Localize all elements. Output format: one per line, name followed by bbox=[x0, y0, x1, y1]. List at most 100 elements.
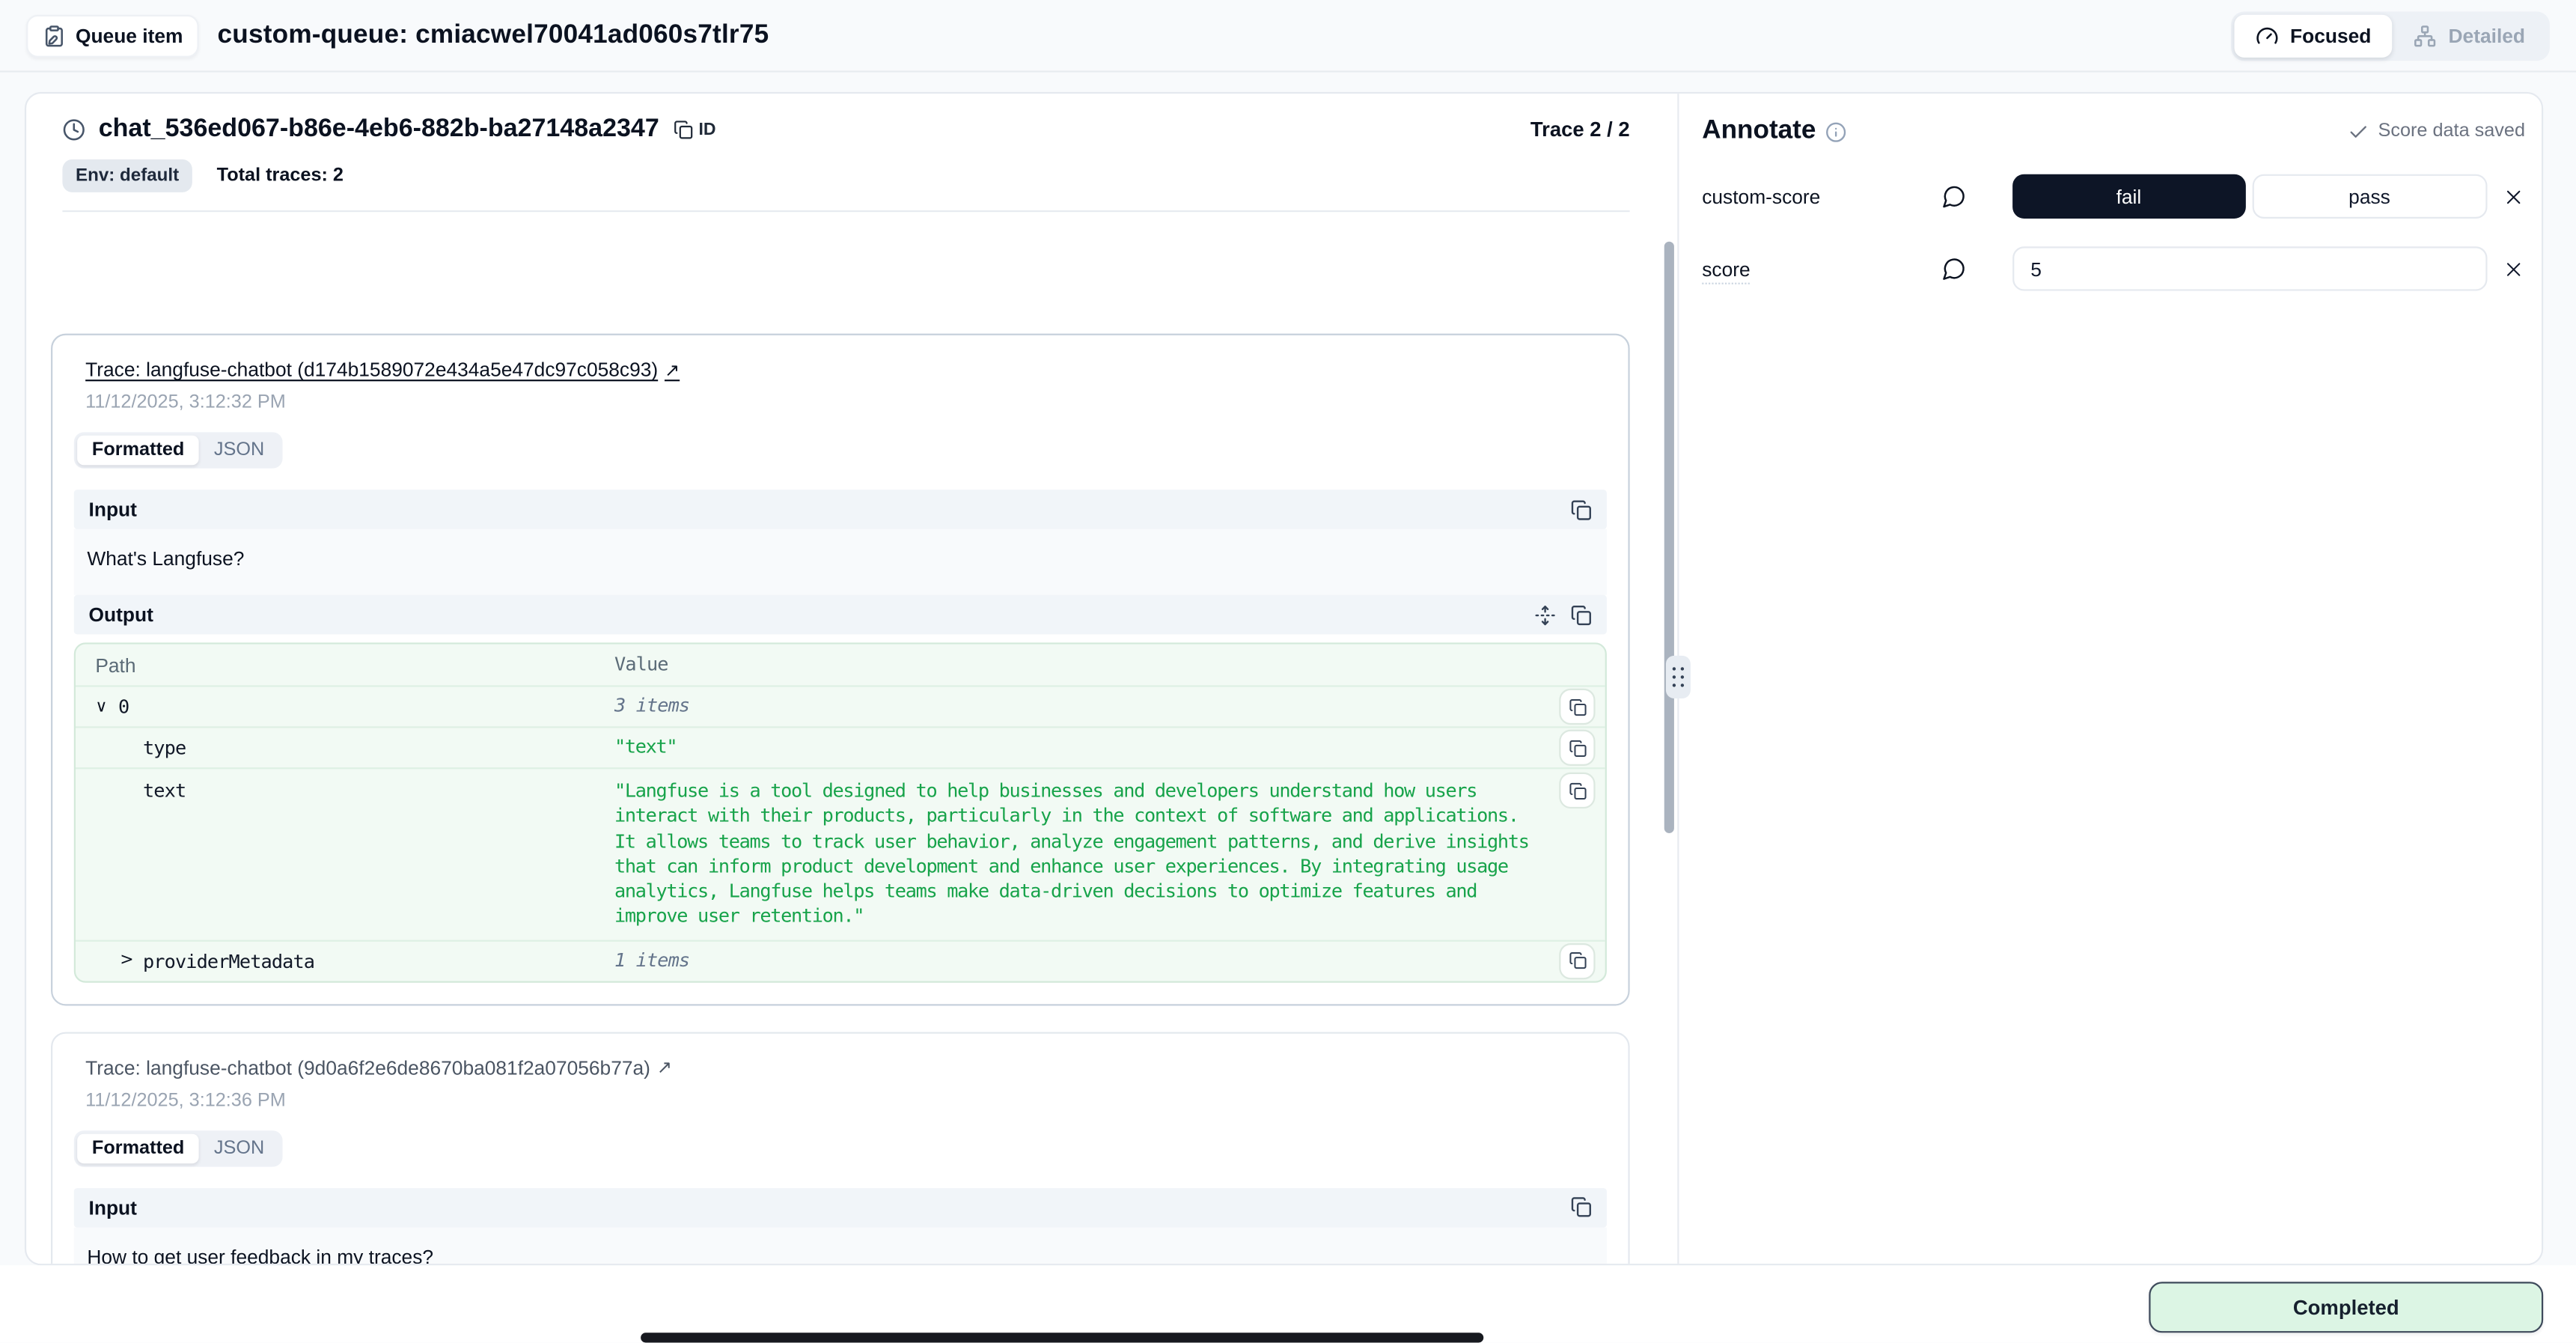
input-section-header: Input bbox=[74, 490, 1607, 529]
id-label: ID bbox=[698, 120, 715, 139]
delete-score-button[interactable] bbox=[2502, 185, 2525, 208]
comment-icon[interactable] bbox=[1942, 184, 1968, 209]
clock-icon bbox=[62, 118, 85, 141]
delete-score-button[interactable] bbox=[2502, 258, 2525, 281]
trace-card-2: Trace: langfuse-chatbot (9d0a6f2e6de8670… bbox=[51, 1032, 1630, 1264]
queue-item-badge-label: Queue item bbox=[76, 24, 183, 47]
score-option-group: fail pass bbox=[2012, 174, 2487, 219]
trace-link[interactable]: Trace: langfuse-chatbot (9d0a6f2e6de8670… bbox=[85, 1056, 672, 1079]
table-row: type "text" bbox=[76, 726, 1605, 767]
save-status: Score data saved bbox=[2348, 121, 2525, 142]
unfold-vertical-icon bbox=[1534, 604, 1556, 626]
focused-view-label: Focused bbox=[2290, 24, 2371, 47]
external-link-icon: ↗ bbox=[665, 359, 680, 381]
copy-button[interactable] bbox=[1559, 730, 1595, 766]
option-pass-button[interactable]: pass bbox=[2252, 174, 2488, 219]
output-json-table: Path Value ∨0 3 items type "tex bbox=[74, 642, 1607, 982]
option-fail-button[interactable]: fail bbox=[2012, 174, 2245, 219]
format-tabs: Formatted JSON bbox=[74, 1130, 283, 1166]
copy-icon bbox=[1568, 739, 1586, 757]
vertical-scrollbar[interactable] bbox=[1664, 242, 1674, 833]
focused-view-button[interactable]: Focused bbox=[2234, 14, 2392, 57]
score-value-input[interactable] bbox=[2012, 246, 2487, 290]
trace-panel: chat_536ed067-b86e-4eb6-882b-ba27148a234… bbox=[26, 94, 1677, 1264]
input-section-header: Input bbox=[74, 1188, 1607, 1228]
drag-handle[interactable] bbox=[1666, 656, 1691, 698]
save-status-label: Score data saved bbox=[2378, 121, 2526, 141]
trace-timestamp: 11/12/2025, 3:12:32 PM bbox=[85, 393, 1607, 412]
copy-icon bbox=[1568, 952, 1586, 970]
copy-id-button[interactable]: ID bbox=[674, 120, 716, 139]
annotate-title: Annotate bbox=[1702, 117, 1816, 147]
format-tabs: Formatted JSON bbox=[74, 432, 283, 468]
external-link-icon: ↗ bbox=[657, 1057, 672, 1079]
row-value: "Langfuse is a tool designed to help bus… bbox=[614, 779, 1605, 930]
input-label: Input bbox=[89, 498, 137, 521]
check-icon bbox=[2348, 121, 2370, 142]
gauge-icon bbox=[2256, 24, 2279, 47]
tab-formatted[interactable]: Formatted bbox=[77, 436, 199, 466]
copy-button[interactable] bbox=[1559, 689, 1595, 725]
copy-button[interactable] bbox=[1559, 773, 1595, 808]
environment-badge: Env: default bbox=[62, 159, 192, 192]
row-value: 3 items bbox=[614, 694, 1605, 719]
table-row[interactable]: >providerMetadata 1 items bbox=[76, 940, 1605, 981]
trace-list: Trace: langfuse-chatbot (d174b1589072e43… bbox=[26, 304, 1677, 1264]
comment-icon[interactable] bbox=[1942, 256, 1968, 281]
tab-formatted[interactable]: Formatted bbox=[77, 1133, 199, 1163]
completed-button[interactable]: Completed bbox=[2149, 1282, 2543, 1333]
main-content-card: chat_536ed067-b86e-4eb6-882b-ba27148a234… bbox=[25, 92, 2543, 1265]
path-column-header: Path bbox=[76, 654, 614, 677]
chevron-right-icon[interactable]: > bbox=[120, 952, 143, 970]
copy-icon bbox=[1571, 499, 1593, 520]
copy-input-button[interactable] bbox=[1571, 1197, 1593, 1219]
trace-link[interactable]: Trace: langfuse-chatbot (d174b1589072e43… bbox=[85, 359, 680, 382]
detailed-view-label: Detailed bbox=[2449, 24, 2525, 47]
copy-icon bbox=[674, 120, 694, 139]
app-window: Queue item custom-queue: cmiacwel70041ad… bbox=[0, 0, 2576, 1342]
panel-resize-divider bbox=[1677, 94, 1679, 1264]
queue-item-badge: Queue item bbox=[26, 14, 199, 57]
trace-counter: Trace 2 / 2 bbox=[1530, 118, 1630, 141]
value-column-header: Value bbox=[614, 652, 1605, 677]
table-row[interactable]: ∨0 3 items bbox=[76, 685, 1605, 726]
tab-json[interactable]: JSON bbox=[199, 1133, 279, 1163]
annotate-panel: Annotate Score data saved custom-score f… bbox=[1679, 94, 2541, 1264]
chevron-down-icon[interactable]: ∨ bbox=[95, 698, 118, 716]
score-label: score bbox=[1702, 258, 1941, 281]
copy-icon bbox=[1571, 1197, 1593, 1219]
tree-view-icon bbox=[2414, 24, 2437, 47]
copy-button[interactable] bbox=[1559, 943, 1595, 979]
view-mode-toggle: Focused Detailed bbox=[2231, 10, 2550, 60]
horizontal-scrollbar[interactable] bbox=[641, 1333, 1483, 1342]
info-icon[interactable] bbox=[1826, 121, 1848, 142]
output-section-header: Output bbox=[74, 595, 1607, 635]
clipboard-pen-icon bbox=[43, 24, 66, 47]
detailed-view-button[interactable]: Detailed bbox=[2393, 14, 2547, 57]
copy-icon bbox=[1571, 604, 1593, 626]
output-label: Output bbox=[89, 603, 153, 627]
total-traces-label: Total traces: 2 bbox=[217, 166, 344, 186]
copy-icon bbox=[1568, 782, 1586, 800]
score-label: custom-score bbox=[1702, 185, 1941, 208]
table-row: text "Langfuse is a tool designed to hel… bbox=[76, 767, 1605, 940]
close-icon bbox=[2502, 185, 2525, 208]
top-bar: Queue item custom-queue: cmiacwel70041ad… bbox=[0, 0, 2576, 73]
row-value: 1 items bbox=[614, 948, 1605, 974]
item-header: chat_536ed067-b86e-4eb6-882b-ba27148a234… bbox=[26, 94, 1677, 212]
trace-timestamp: 11/12/2025, 3:12:36 PM bbox=[85, 1091, 1607, 1110]
input-content: What's Langfuse? bbox=[74, 529, 1607, 595]
score-row-custom-score: custom-score fail pass bbox=[1702, 174, 2525, 219]
trace-card-1: Trace: langfuse-chatbot (d174b1589072e43… bbox=[51, 334, 1630, 1005]
input-label: Input bbox=[89, 1196, 137, 1219]
copy-input-button[interactable] bbox=[1571, 499, 1593, 520]
expand-output-button[interactable] bbox=[1534, 604, 1556, 626]
table-header-row: Path Value bbox=[76, 645, 1605, 686]
copy-icon bbox=[1568, 698, 1586, 716]
tab-json[interactable]: JSON bbox=[199, 436, 279, 466]
close-icon bbox=[2502, 258, 2525, 281]
item-title: chat_536ed067-b86e-4eb6-882b-ba27148a234… bbox=[99, 115, 659, 145]
page-title: custom-queue: cmiacwel70041ad060s7tlr75 bbox=[218, 20, 769, 50]
input-content: How to get user feedback in my traces? bbox=[74, 1227, 1607, 1264]
copy-output-button[interactable] bbox=[1571, 604, 1593, 626]
